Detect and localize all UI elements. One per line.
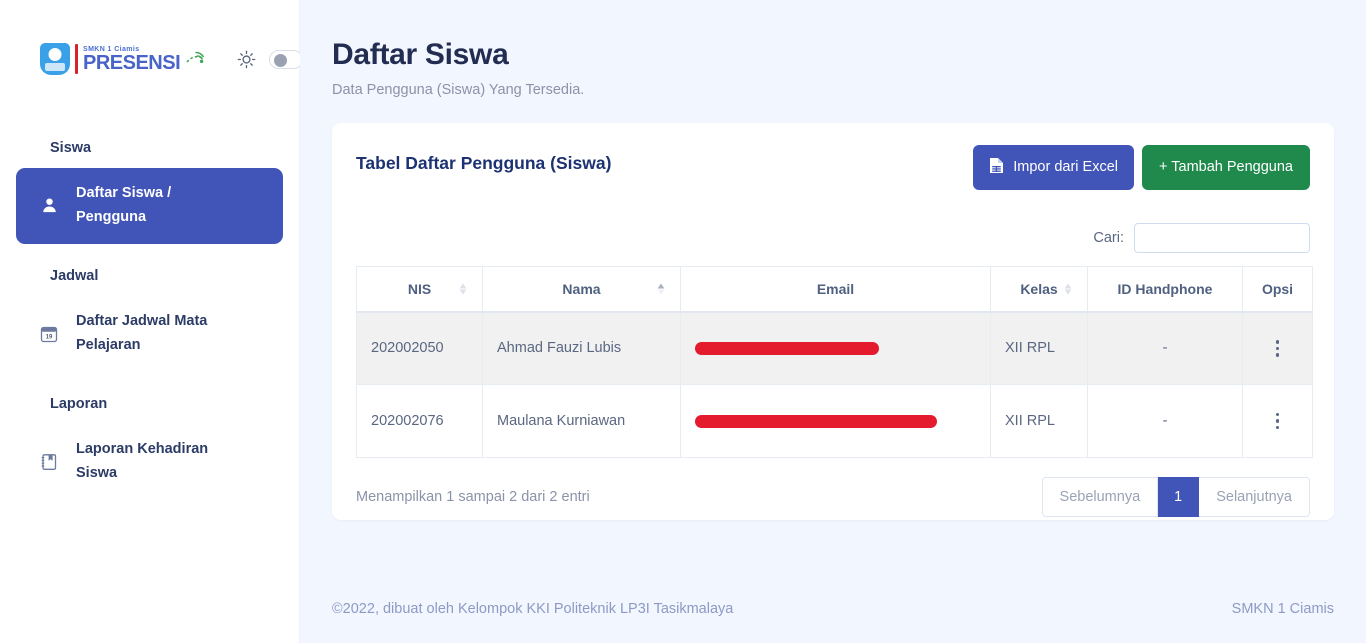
search-label: Cari: — [1093, 229, 1124, 246]
wifi-signal-icon — [183, 49, 205, 69]
column-header-opsi[interactable]: Opsi — [1242, 265, 1313, 313]
school-badge-icon — [40, 43, 70, 75]
sort-neutral-icon — [1063, 282, 1073, 296]
sidebar-item-laporan-kehadiran-siswa[interactable]: Laporan Kehadiran Siswa — [16, 424, 283, 500]
column-label: ID Handphone — [1117, 280, 1213, 297]
page-subtitle: Data Pengguna (Siswa) Yang Tersedia. — [332, 82, 585, 98]
table-header-row: NIS Nama Email Kelas ID Handphone Opsi — [356, 265, 1313, 313]
sidebar-item-daftar-siswa-pengguna[interactable]: Daftar Siswa / Pengguna — [16, 168, 283, 244]
sidebar-item-label: Laporan Kehadiran Siswa — [76, 440, 209, 481]
table-footer: Menampilkan 1 sampai 2 dari 2 entri Sebe… — [356, 477, 1310, 518]
theme-toggle-knob — [274, 53, 288, 67]
pagination: Sebelumnya 1 Selanjutnya — [1041, 477, 1310, 518]
sidebar: SMKN 1 Ciamis PRESENSI Siswa Daftar Sisw… — [0, 0, 333, 643]
card-actions: Impor dari Excel + Tambah Pengguna — [973, 145, 1310, 190]
svg-text:19: 19 — [46, 334, 53, 340]
email-redaction-bar — [695, 341, 879, 355]
sidebar-section-laporan: Laporan — [50, 395, 108, 412]
column-label: NIS — [407, 280, 432, 297]
users-table-card: Tabel Daftar Pengguna (Siswa) Impor dari… — [332, 123, 1334, 520]
footer-credit: ©2022, dibuat oleh Kelompok KKI Politekn… — [332, 601, 734, 617]
column-label: Opsi — [1261, 280, 1294, 297]
import-from-excel-button[interactable]: Impor dari Excel — [973, 145, 1135, 190]
sun-icon[interactable] — [237, 50, 256, 69]
cell-nis: 202002076 — [356, 384, 483, 458]
sort-ascending-icon — [656, 282, 666, 296]
sidebar-nav: Siswa Daftar Siswa / Pengguna Jadwal 19 — [0, 140, 299, 500]
logo-divider — [75, 44, 78, 74]
footer-school: SMKN 1 Ciamis — [1231, 601, 1334, 617]
column-header-email[interactable]: Email — [680, 265, 991, 313]
spreadsheet-file-icon — [989, 157, 1004, 178]
logo-app-name: PRESENSI — [83, 51, 181, 74]
column-header-kelas[interactable]: Kelas — [990, 265, 1088, 313]
sidebar-section-siswa: Siswa — [50, 140, 92, 156]
kebab-menu-icon[interactable] — [1257, 340, 1298, 357]
brand-header: SMKN 1 Ciamis PRESENSI — [0, 0, 333, 118]
email-redaction-bar — [695, 414, 937, 428]
cell-id-handphone: - — [1087, 384, 1243, 458]
cell-kelas: XII RPL — [990, 311, 1088, 385]
table-body: 202002050 Ahmad Fauzi Lubis XII RPL - 20… — [356, 311, 1313, 458]
sidebar-item-daftar-jadwal-mata-pelajaran[interactable]: 19 Daftar Jadwal Mata Pelajaran — [16, 296, 283, 372]
add-user-button[interactable]: + Tambah Pengguna — [1142, 145, 1310, 190]
column-header-nis[interactable]: NIS — [356, 265, 483, 313]
cell-email — [680, 311, 991, 385]
app-root: SMKN 1 Ciamis PRESENSI Siswa Daftar Sisw… — [0, 0, 1366, 643]
sidebar-section-jadwal: Jadwal — [50, 267, 99, 284]
search-row: Cari: — [356, 222, 1310, 253]
pagination-page-1-button[interactable]: 1 — [1158, 477, 1200, 518]
sort-neutral-icon — [458, 282, 468, 296]
import-button-label: Impor dari Excel — [1013, 159, 1119, 175]
cell-nama: Maulana Kurniawan — [482, 384, 681, 458]
column-label: Kelas — [1020, 280, 1058, 297]
cell-id-handphone: - — [1087, 311, 1243, 385]
sidebar-item-label: Daftar Siswa / Pengguna — [76, 185, 172, 225]
person-icon — [38, 195, 60, 217]
cell-opsi — [1242, 384, 1313, 458]
column-label: Nama — [562, 280, 601, 297]
main-content: Daftar Siswa Data Pengguna (Siswa) Yang … — [300, 0, 1366, 643]
pagination-previous-button[interactable]: Sebelumnya — [1041, 477, 1159, 518]
calendar-icon: 19 — [38, 323, 60, 345]
cell-opsi — [1242, 311, 1313, 385]
column-header-id-handphone[interactable]: ID Handphone — [1087, 265, 1243, 313]
card-header: Tabel Daftar Pengguna (Siswa) Impor dari… — [356, 145, 1310, 190]
app-logo[interactable]: SMKN 1 Ciamis PRESENSI — [40, 43, 205, 75]
page-footer: ©2022, dibuat oleh Kelompok KKI Politekn… — [332, 601, 1334, 617]
cell-nama: Ahmad Fauzi Lubis — [482, 311, 681, 385]
theme-toggle[interactable] — [269, 49, 304, 69]
table-head: NIS Nama Email Kelas ID Handphone Opsi — [356, 265, 1313, 313]
cell-email — [680, 384, 991, 458]
pagination-next-button[interactable]: Selanjutnya — [1199, 477, 1310, 518]
cell-kelas: XII RPL — [990, 384, 1088, 458]
search-input[interactable] — [1134, 222, 1310, 253]
column-header-nama[interactable]: Nama — [482, 265, 681, 313]
notebook-icon — [38, 451, 60, 473]
users-table: NIS Nama Email Kelas ID Handphone Opsi 2… — [356, 265, 1313, 458]
card-title: Tabel Daftar Pengguna (Siswa) — [356, 153, 612, 173]
table-row[interactable]: 202002050 Ahmad Fauzi Lubis XII RPL - — [356, 311, 1313, 385]
page-title: Daftar Siswa — [332, 38, 509, 71]
add-button-label: + Tambah Pengguna — [1159, 159, 1293, 175]
kebab-menu-icon[interactable] — [1257, 412, 1298, 430]
column-label: Email — [816, 280, 855, 297]
table-row[interactable]: 202002076 Maulana Kurniawan XII RPL - — [356, 384, 1313, 458]
sidebar-item-label: Daftar Jadwal Mata Pelajaran — [76, 312, 208, 353]
cell-nis: 202002050 — [356, 311, 483, 385]
table-entry-info: Menampilkan 1 sampai 2 dari 2 entri — [356, 489, 590, 506]
